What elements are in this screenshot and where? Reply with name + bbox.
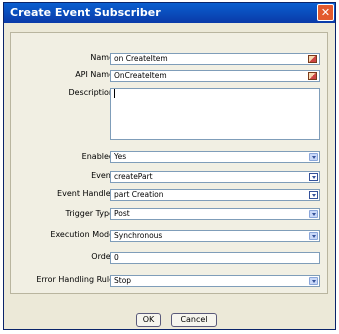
chevron-down-icon[interactable] [309,277,318,285]
cancel-button[interactable]: Cancel [171,313,217,327]
text-cursor [114,89,115,98]
chevron-down-icon[interactable] [309,210,318,218]
error-handling-rule-value: Stop [114,276,132,285]
api-name-value: OnCreateItem [114,71,167,80]
chevron-down-icon[interactable] [309,153,318,161]
event-handler-label: Event Handler [57,189,114,198]
name-value: on CreateItem [114,54,168,63]
trigger-type-select[interactable]: Post [110,208,320,220]
event-handler-value: part Creation [114,190,164,199]
execution-mode-label: Execution Mode [50,230,114,239]
close-icon: ✕ [320,6,331,19]
description-textarea[interactable] [110,88,320,140]
enabled-select[interactable]: Yes [110,151,320,163]
enabled-value: Yes [114,152,127,161]
close-button[interactable]: ✕ [317,4,334,21]
trigger-type-value: Post [114,209,130,218]
event-field[interactable]: createPart [110,171,320,183]
title-bar[interactable]: Create Event Subscriber ✕ [4,3,335,23]
edit-icon[interactable] [308,55,317,63]
error-handling-rule-label: Error Handling Rule [36,275,114,284]
ok-button[interactable]: OK [136,313,161,327]
execution-mode-select[interactable]: Synchronous [110,230,320,242]
trigger-type-label: Trigger Type [65,209,114,218]
dialog-title: Create Event Subscriber [10,6,161,19]
api-name-label: API Name [75,70,114,79]
edit-icon[interactable] [308,72,317,80]
api-name-field[interactable]: OnCreateItem [110,70,320,82]
execution-mode-value: Synchronous [114,231,163,240]
description-label: Description [68,88,114,97]
picker-icon[interactable] [309,173,318,181]
order-field[interactable]: 0 [110,252,320,264]
picker-icon[interactable] [309,191,318,199]
event-value: createPart [114,172,153,181]
name-field[interactable]: on CreateItem [110,53,320,65]
chevron-down-icon[interactable] [309,232,318,240]
error-handling-rule-select[interactable]: Stop [110,275,320,287]
event-handler-field[interactable]: part Creation [110,189,320,201]
order-value: 0 [114,253,119,262]
